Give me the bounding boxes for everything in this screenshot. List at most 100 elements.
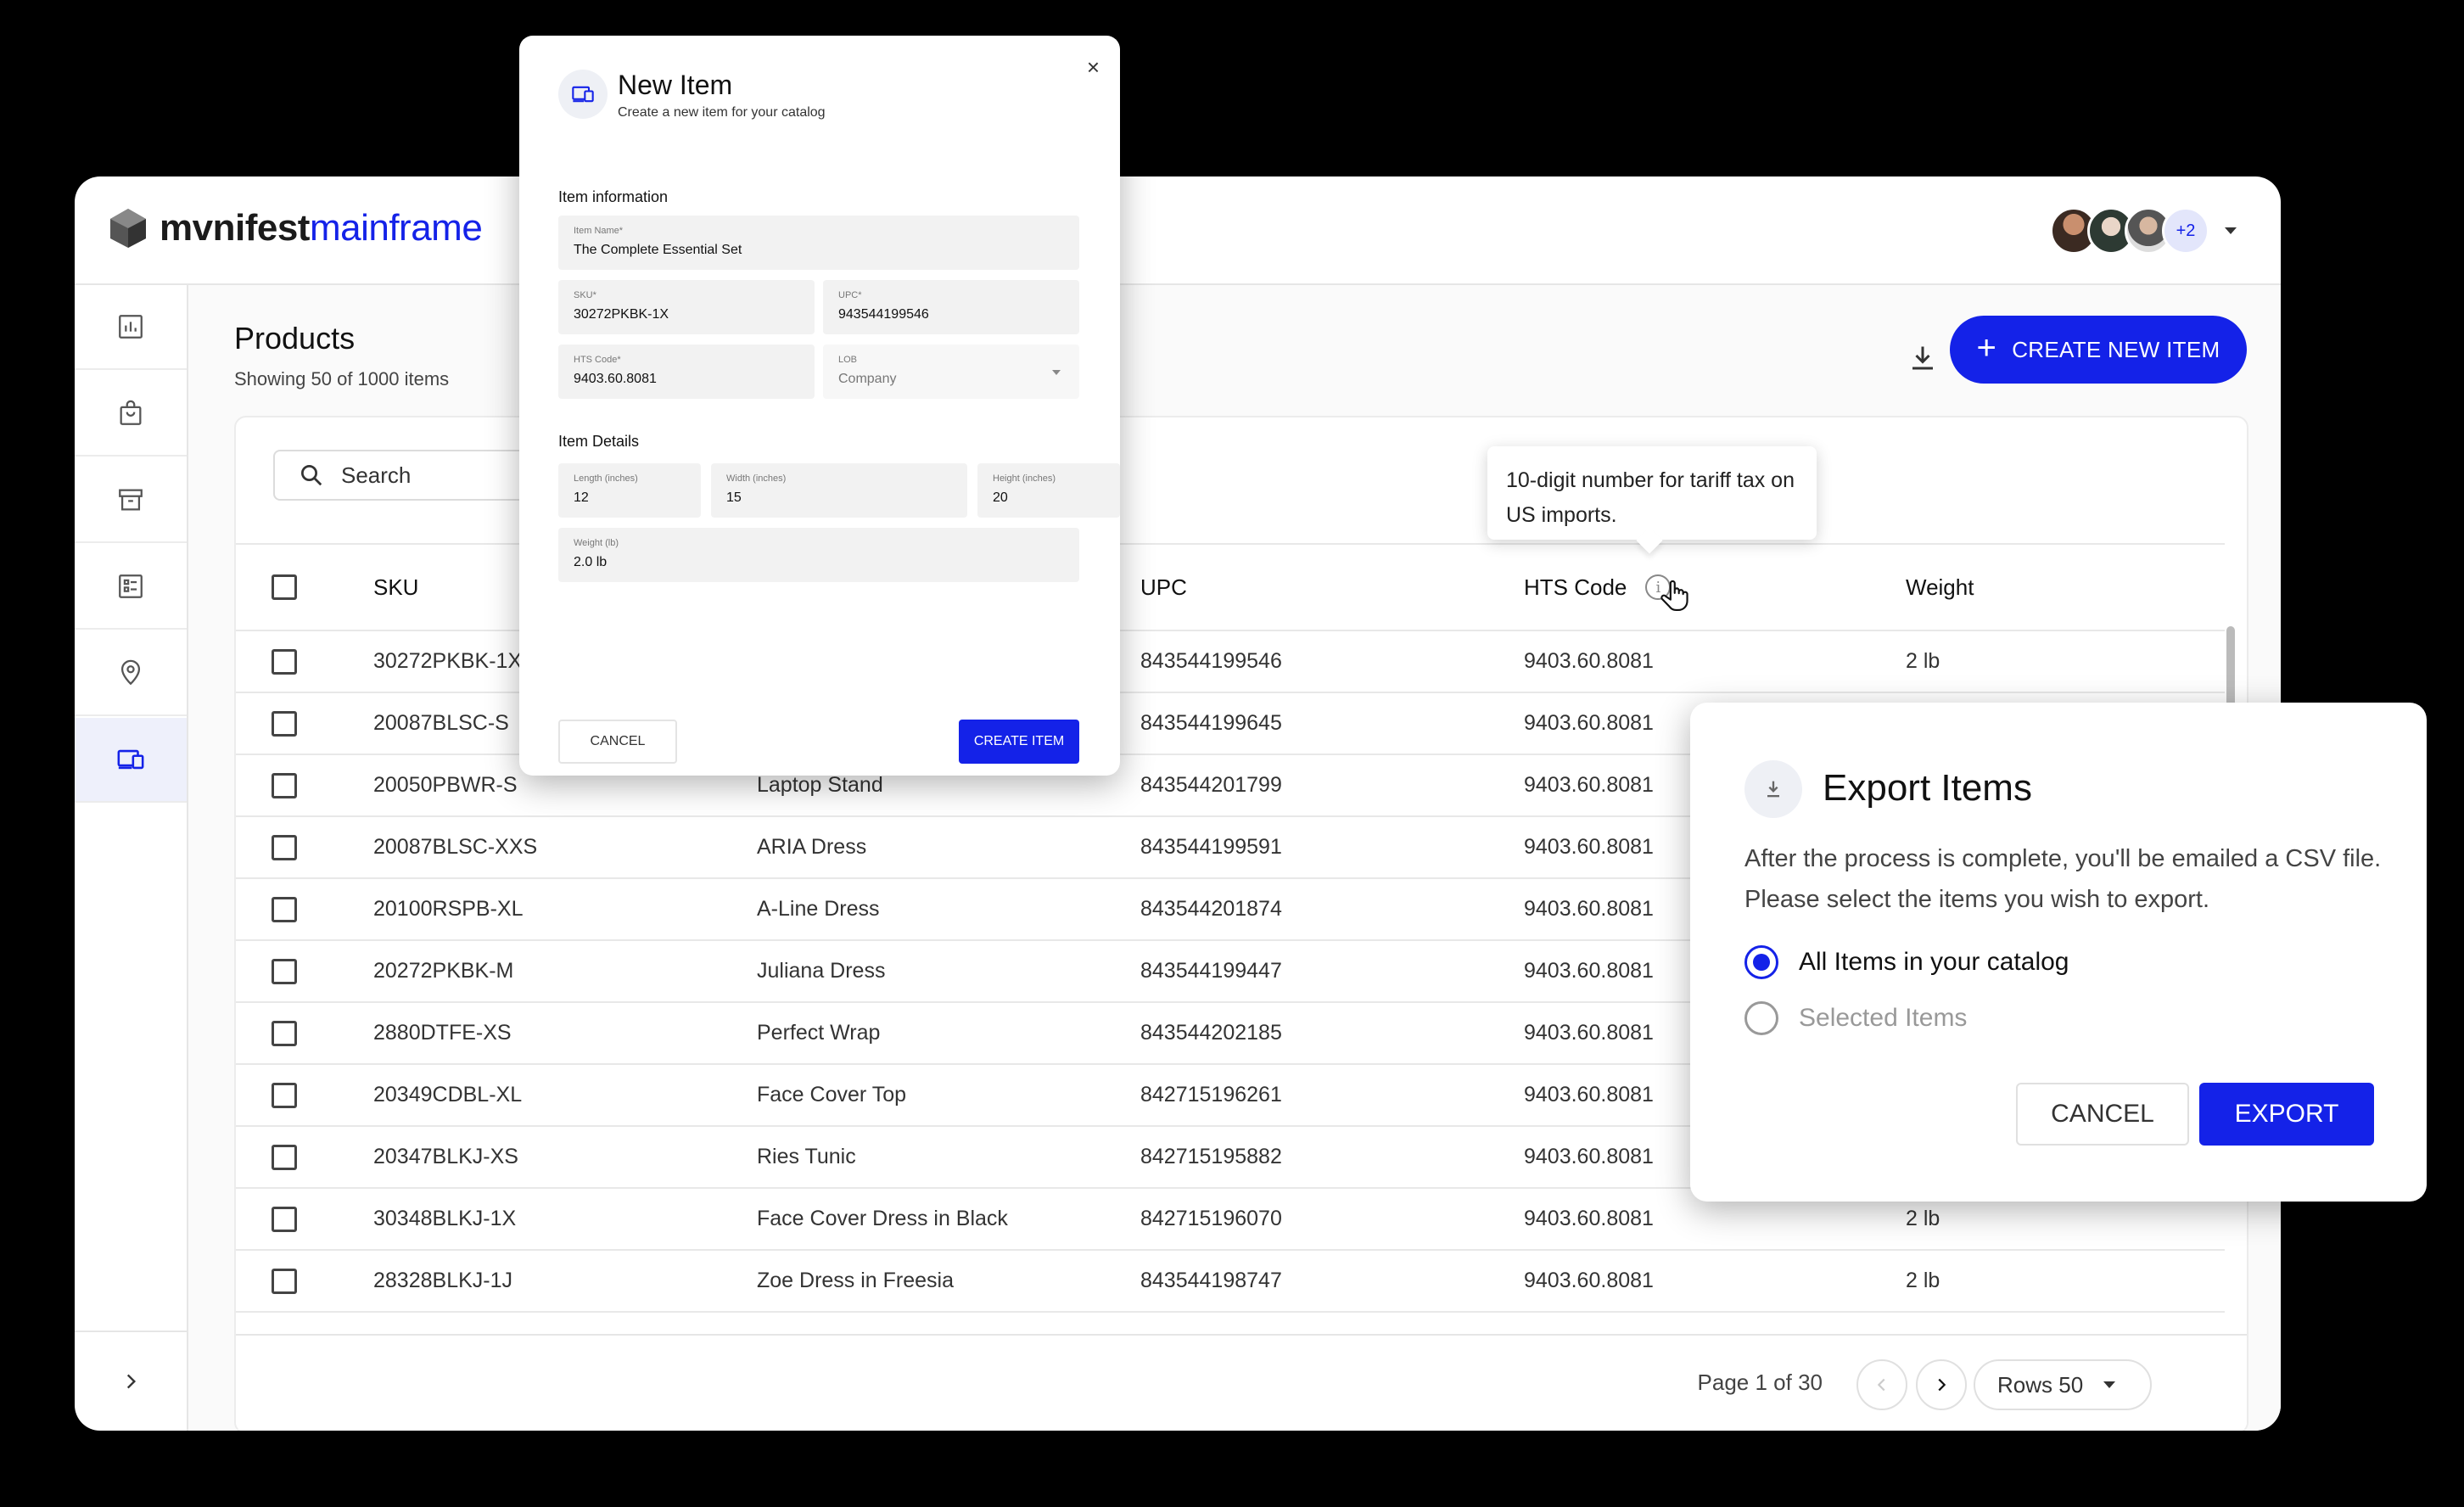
sidebar-item-reports[interactable] — [75, 545, 187, 630]
field-label: Length (inches) — [574, 473, 638, 484]
sidebar-item-inventory[interactable] — [75, 458, 187, 543]
page-indicator: Page 1 of 30 — [1697, 1370, 1823, 1395]
sidebar-item-analytics[interactable] — [75, 285, 187, 370]
cell-upc: 842715195882 — [1140, 1145, 1282, 1168]
section-item-information: Item information — [558, 188, 669, 205]
row-checkbox[interactable] — [272, 1003, 297, 1063]
column-header-hts[interactable]: HTS Code i — [1524, 545, 1672, 630]
field-value: 9403.60.8081 — [574, 372, 657, 386]
column-header-weight[interactable]: Weight — [1906, 545, 1974, 630]
archive-icon — [119, 489, 143, 511]
weight-field[interactable]: Weight (lb) 2.0 lb — [558, 528, 1079, 582]
height-field[interactable]: Height (inches) 20 — [977, 463, 1120, 518]
field-label: LOB — [838, 355, 858, 365]
logo[interactable]: mvnifestmainframe — [109, 207, 483, 249]
cell-sku: 28328BLKJ-1J — [373, 1269, 513, 1292]
row-checkbox[interactable] — [272, 1189, 297, 1249]
upc-field[interactable]: UPC* 943544199546 — [823, 280, 1079, 334]
cell-hts: 9403.60.8081 — [1524, 1083, 1654, 1106]
cell-hts: 9403.60.8081 — [1524, 649, 1654, 673]
cell-sku: 30348BLKJ-1X — [373, 1207, 517, 1230]
dialog-subtitle: Create a new item for your catalog — [618, 105, 826, 120]
sku-field[interactable]: SKU* 30272PKBK-1X — [558, 280, 815, 334]
cell-sku: 20100RSPB-XL — [373, 897, 524, 921]
field-label: Width (inches) — [726, 473, 787, 484]
close-icon[interactable]: × — [1087, 56, 1100, 78]
option-label: Selected Items — [1799, 1004, 1968, 1032]
field-value: 30272PKBK-1X — [574, 307, 669, 322]
column-header-sku[interactable]: SKU — [373, 545, 418, 630]
cell-sku: 20349CDBL-XL — [373, 1083, 523, 1106]
row-checkbox[interactable] — [272, 1127, 297, 1187]
cell-name: ARIA Dress — [757, 835, 867, 859]
hts-code-field[interactable]: HTS Code* 9403.60.8081 — [558, 345, 815, 399]
download-icon — [1744, 760, 1802, 818]
row-checkbox[interactable] — [272, 693, 297, 754]
chevron-right-icon — [1938, 1378, 1946, 1392]
cell-name: Face Cover Dress in Black — [757, 1207, 1008, 1230]
cell-hts: 9403.60.8081 — [1524, 1145, 1654, 1168]
cell-sku: 20272PKBK-M — [373, 959, 514, 983]
select-all-checkbox[interactable] — [272, 545, 297, 630]
field-value: 12 — [574, 490, 589, 505]
search-input[interactable]: Search — [273, 450, 545, 501]
radio-unselected[interactable] — [1744, 1001, 1778, 1035]
radio-selected[interactable] — [1744, 945, 1778, 979]
column-header-upc[interactable]: UPC — [1140, 545, 1187, 630]
option-selected-items[interactable]: Selected Items — [1744, 1001, 1967, 1035]
download-icon — [1912, 346, 1933, 370]
previous-page-button[interactable] — [1856, 1359, 1907, 1410]
row-checkbox[interactable] — [272, 941, 297, 1001]
avatar-more-count[interactable]: +2 — [2162, 207, 2209, 255]
rows-per-page-select[interactable]: Rows 50 — [1974, 1359, 2152, 1410]
cancel-button[interactable]: CANCEL — [558, 720, 677, 764]
cell-upc: 843544198747 — [1140, 1269, 1282, 1292]
export-items-dialog: Export Items After the process is comple… — [1690, 703, 2427, 1202]
field-label: Item Name* — [574, 226, 624, 236]
create-item-button[interactable]: CREATE ITEM — [959, 720, 1079, 764]
page-subtitle: Showing 50 of 1000 items — [234, 368, 450, 389]
row-checkbox[interactable] — [272, 817, 297, 877]
table-row[interactable]: 28328BLKJ-1J Zoe Dress in Freesia 84354419… — [236, 1251, 2225, 1313]
cancel-button[interactable]: CANCEL — [2016, 1083, 2189, 1146]
row-checkbox[interactable] — [272, 1065, 297, 1125]
cell-hts: 9403.60.8081 — [1524, 1269, 1654, 1292]
row-checkbox[interactable] — [272, 631, 297, 692]
length-field[interactable]: Length (inches) 12 — [558, 463, 701, 518]
export-button[interactable]: EXPORT — [2199, 1083, 2374, 1146]
row-checkbox[interactable] — [272, 879, 297, 939]
sidebar-expand-button[interactable] — [75, 1331, 187, 1431]
sidebar-item-locations[interactable] — [75, 631, 187, 716]
devices-icon — [117, 749, 144, 770]
sidebar-item-orders[interactable] — [75, 372, 187, 457]
field-label: SKU* — [574, 290, 596, 300]
next-page-button[interactable] — [1916, 1359, 1967, 1410]
item-name-field[interactable]: Item Name* The Complete Essential Set — [558, 216, 1079, 270]
cell-sku: 2880DTFE-XS — [373, 1021, 512, 1045]
location-pin-icon — [120, 659, 141, 686]
devices-icon — [558, 70, 608, 119]
page-title: Products — [234, 321, 356, 356]
cell-sku: 20050PBWR-S — [373, 773, 518, 797]
width-field[interactable]: Width (inches) 15 — [711, 463, 967, 518]
field-value: 2.0 lb — [574, 555, 608, 569]
logo-icon — [110, 209, 146, 248]
cell-upc: 842715196261 — [1140, 1083, 1282, 1106]
option-all-items[interactable]: All Items in your catalog — [1744, 945, 2069, 979]
hand-pointer-icon — [1660, 580, 1688, 611]
cell-hts: 9403.60.8081 — [1524, 835, 1654, 859]
chevron-down-icon — [1052, 370, 1061, 375]
cell-name: Ries Tunic — [757, 1145, 856, 1168]
row-checkbox[interactable] — [272, 755, 297, 815]
column-header-hts-label: HTS Code — [1524, 574, 1627, 600]
download-button[interactable] — [1897, 333, 1948, 384]
chevron-down-icon[interactable] — [2225, 227, 2237, 234]
create-new-item-button[interactable]: + CREATE NEW ITEM — [1950, 316, 2247, 384]
field-value: 943544199546 — [838, 307, 929, 322]
section-item-details: Item Details — [558, 433, 640, 450]
cell-name: A-Line Dress — [757, 897, 880, 921]
user-avatars[interactable]: +2 — [2050, 207, 2237, 255]
row-checkbox[interactable] — [272, 1251, 297, 1311]
sidebar-item-products[interactable] — [75, 718, 187, 803]
lob-select[interactable]: LOB Company — [823, 345, 1079, 399]
